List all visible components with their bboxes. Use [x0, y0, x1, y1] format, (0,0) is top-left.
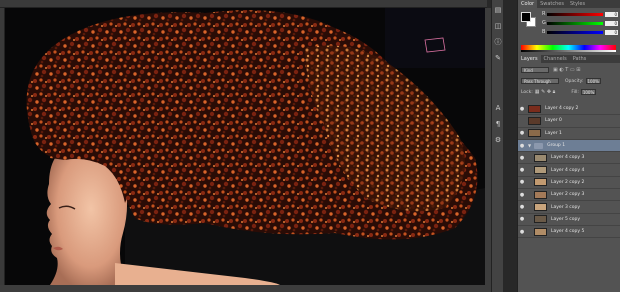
layer-row[interactable]: ● Layer 5 copy: [518, 214, 620, 226]
filter-row: Kind ▣ ◐ T ▭ ⊞: [518, 66, 620, 74]
visibility-eye-icon[interactable]: ●: [518, 106, 526, 112]
panels-dock: Color Swatches Styles R 0 G 0 B 0 Layers…: [517, 0, 620, 292]
filter-type-icons[interactable]: ▣ ◐ T ▭ ⊞: [553, 67, 580, 73]
layer-thumbnail[interactable]: [534, 215, 547, 224]
layer-thumbnail[interactable]: [534, 178, 547, 187]
blend-mode-dropdown[interactable]: Pass Through: [521, 78, 559, 84]
layer-name[interactable]: Layer 0: [545, 118, 562, 123]
layer-name[interactable]: Layer 4 copy 4: [551, 168, 584, 173]
tab-color[interactable]: Color: [518, 0, 538, 8]
tab-layers[interactable]: Layers: [518, 55, 541, 63]
visibility-eye-icon[interactable]: ●: [518, 118, 526, 124]
green-value-field[interactable]: 0: [605, 20, 618, 26]
filter-kind-dropdown[interactable]: Kind: [521, 67, 549, 73]
green-slider[interactable]: G 0: [542, 20, 618, 26]
layer-row[interactable]: ● Layer 4 copy 3: [518, 152, 620, 165]
layer-row[interactable]: ● Layer 2 copy 2: [518, 177, 620, 190]
layers-list: ●Layer 4 copy 2●Layer 0●Layer 1●▼Group 1…: [518, 103, 620, 243]
group-expand-arrow-icon[interactable]: ▼: [528, 143, 531, 148]
lock-row: Lock: ▦ ✎ ✥ 🔒︎ Fill: 100%: [518, 88, 620, 96]
layer-thumbnail[interactable]: [528, 104, 541, 113]
document-canvas[interactable]: [5, 8, 485, 285]
layer-row[interactable]: ● Layer 4 copy 4: [518, 164, 620, 177]
layer-thumbnail[interactable]: [534, 203, 547, 212]
layer-name[interactable]: Layer 2 copy 3: [551, 192, 584, 197]
layer-name[interactable]: Layer 1: [545, 131, 562, 136]
layer-row[interactable]: ● Layer 4 copy 2: [518, 103, 620, 116]
visibility-eye-icon[interactable]: ●: [518, 143, 526, 149]
layers-panel-tabs: Layers Channels Paths: [518, 55, 620, 63]
layer-row[interactable]: ● Layer 3 copy: [518, 201, 620, 214]
lock-icons[interactable]: ▦ ✎ ✥ 🔒︎: [535, 89, 556, 95]
horizontal-ruler: [0, 0, 487, 8]
blue-bar[interactable]: [547, 30, 603, 34]
info-icon[interactable]: ⓘ: [494, 38, 502, 46]
layer-name[interactable]: Layer 4 copy 3: [551, 155, 584, 160]
layer-name[interactable]: Layer 4 copy 2: [545, 106, 578, 111]
tab-paths[interactable]: Paths: [570, 55, 590, 63]
brush-preset-icon[interactable]: ✎: [494, 54, 502, 62]
layer-name[interactable]: Layer 4 copy 5: [551, 229, 584, 234]
color-panel-tabs: Color Swatches Styles: [518, 0, 620, 8]
blue-slider[interactable]: B 0: [542, 29, 618, 35]
artwork-image: [5, 8, 485, 285]
fill-field[interactable]: 100%: [580, 89, 596, 95]
visibility-eye-icon[interactable]: ●: [518, 216, 526, 222]
layer-thumbnail[interactable]: [534, 227, 547, 236]
blue-value-field[interactable]: 0: [605, 29, 618, 35]
visibility-eye-icon[interactable]: ●: [518, 204, 526, 210]
layer-thumbnail[interactable]: [528, 116, 541, 125]
layer-name[interactable]: Group 1: [547, 143, 565, 148]
color-panel: R 0 G 0 B 0: [518, 8, 620, 44]
folder-icon: [534, 142, 544, 149]
layer-thumbnail[interactable]: [534, 153, 547, 162]
layer-thumbnail[interactable]: [534, 190, 547, 199]
layer-thumbnail[interactable]: [534, 166, 547, 175]
layer-name[interactable]: Layer 3 copy: [551, 205, 580, 210]
visibility-eye-icon[interactable]: ●: [518, 167, 526, 173]
visibility-eye-icon[interactable]: ●: [518, 155, 526, 161]
red-slider[interactable]: R 0: [542, 11, 618, 17]
green-bar[interactable]: [547, 21, 603, 25]
blend-row: Pass Through Opacity: 100%: [518, 77, 620, 85]
layer-row[interactable]: ● Layer 2 copy 3: [518, 189, 620, 202]
tab-swatches[interactable]: Swatches: [537, 0, 567, 8]
foreground-color-swatch[interactable]: [521, 12, 531, 22]
layer-name[interactable]: Layer 5 copy: [551, 217, 580, 222]
fill-label: Fill:: [571, 89, 579, 95]
visibility-eye-icon[interactable]: ●: [518, 130, 526, 136]
character-icon[interactable]: A: [494, 104, 502, 112]
properties-icon[interactable]: ◫: [494, 22, 502, 30]
red-value-field[interactable]: 0: [605, 11, 618, 17]
color-spectrum-ramp[interactable]: [521, 45, 616, 52]
tab-channels[interactable]: Channels: [541, 55, 570, 63]
opacity-label: Opacity:: [565, 78, 584, 84]
layer-name[interactable]: Layer 2 copy 2: [551, 180, 584, 185]
lock-label: Lock:: [521, 89, 533, 95]
layer-row[interactable]: ● Layer 1: [518, 128, 620, 140]
layer-thumbnail[interactable]: [528, 129, 541, 138]
tab-styles[interactable]: Styles: [567, 0, 588, 8]
history-icon[interactable]: ▤: [494, 6, 502, 14]
panel-icon-strip: ▤ ◫ ⓘ ✎ A ¶ ⚙: [491, 0, 503, 292]
layer-row[interactable]: ● Layer 0: [518, 115, 620, 128]
layer-row[interactable]: ● Layer 4 copy 5: [518, 226, 620, 239]
paragraph-icon[interactable]: ¶: [494, 120, 502, 128]
visibility-eye-icon[interactable]: ●: [518, 179, 526, 185]
horizontal-scrollbar[interactable]: [0, 285, 491, 292]
visibility-eye-icon[interactable]: ●: [518, 229, 526, 235]
layer-group-row[interactable]: ● ▼ Group 1: [518, 139, 620, 153]
visibility-eye-icon[interactable]: ●: [518, 192, 526, 198]
tool-presets-icon[interactable]: ⚙: [494, 136, 502, 144]
opacity-field[interactable]: 100%: [585, 78, 601, 84]
red-bar[interactable]: [547, 12, 603, 16]
